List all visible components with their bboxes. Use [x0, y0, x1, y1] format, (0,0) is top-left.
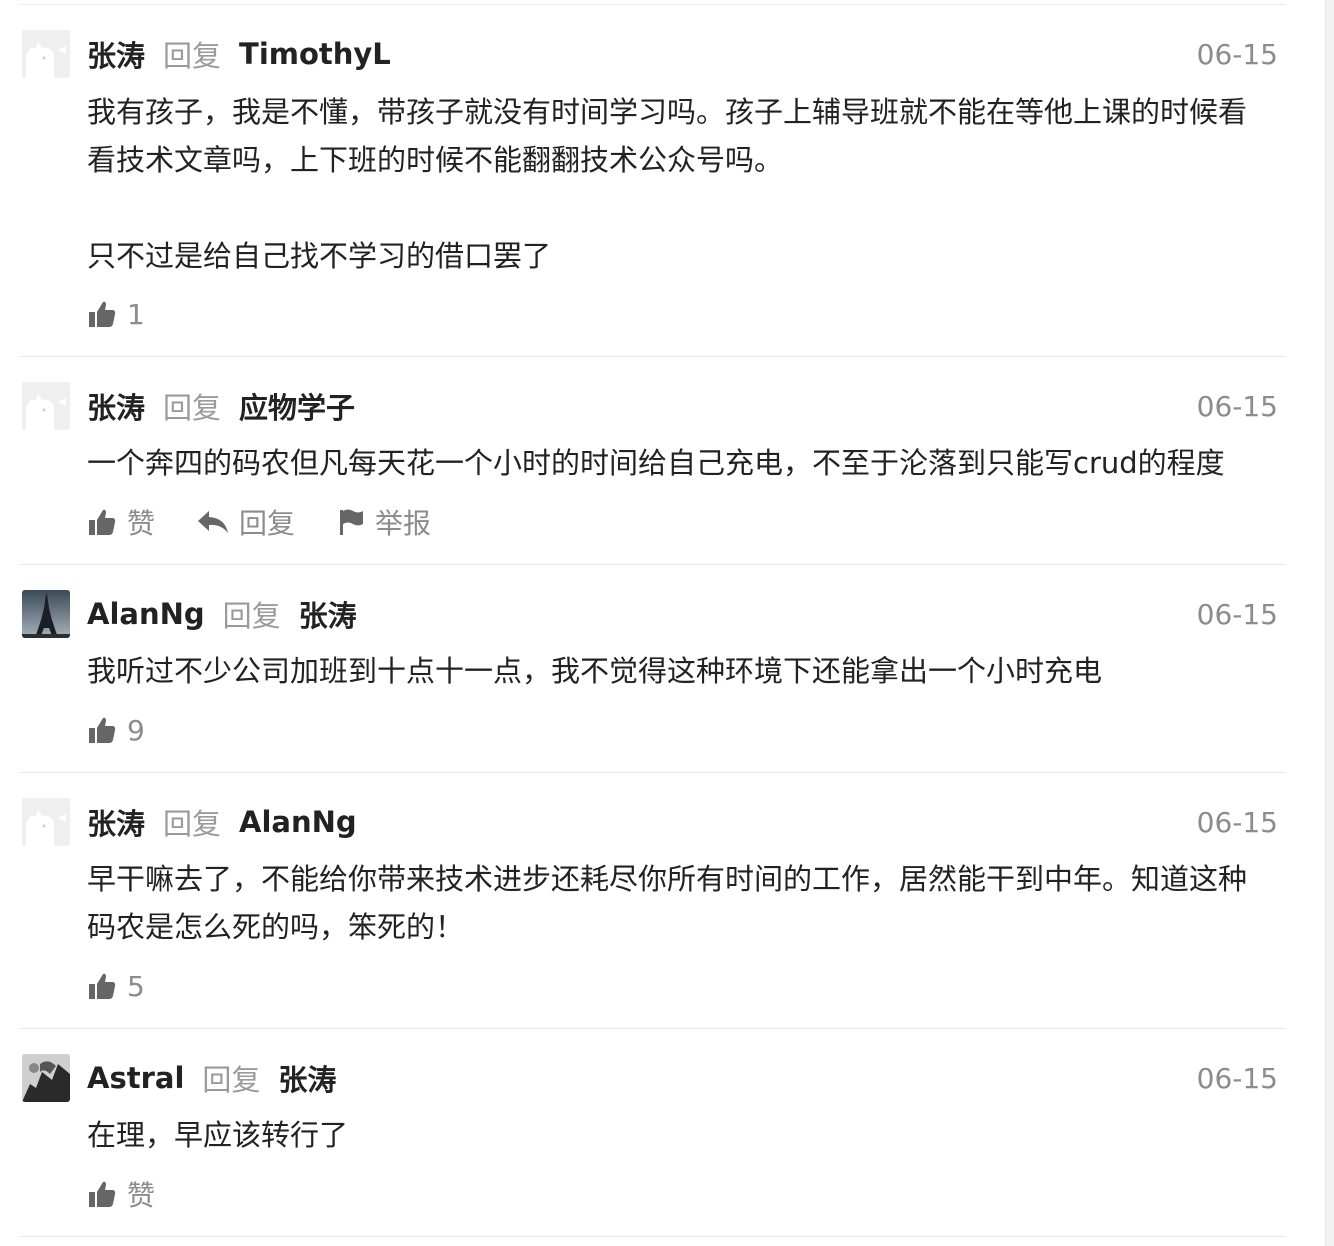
like-count: 9: [127, 713, 145, 747]
like-button[interactable]: 1: [87, 298, 145, 331]
comment-header: Astral 回复 张涛 06-15: [87, 1054, 1278, 1102]
comment-header: 张涛 回复 TimothyL 06-15: [87, 30, 1278, 78]
author-name[interactable]: 张涛: [87, 385, 145, 427]
author-name[interactable]: Astral: [87, 1061, 184, 1095]
comment-item: 张涛 回复 TimothyL 06-15 我有孩子，我是不懂，带孩子就没有时间学…: [20, 0, 1286, 357]
comment-line: 看技术文章吗，上下班的时候不能翻翻技术公众号吗。: [87, 143, 784, 177]
comment-text: 早干嘛去了，不能给你带来技术进步还耗尽你所有时间的工作，居然能干到中年。知道这种…: [87, 855, 1286, 951]
thumbs-up-icon: [89, 509, 116, 535]
reply-target-name[interactable]: 张涛: [299, 593, 357, 635]
comment-header: 张涛 回复 AlanNg 06-15: [87, 798, 1278, 846]
comment-line: 早干嘛去了，不能给你带来技术进步还耗尽你所有时间的工作，居然能干到中年。知道这种: [87, 862, 1248, 896]
cat-avatar-icon[interactable]: [22, 382, 70, 430]
reply-target-name[interactable]: 张涛: [278, 1057, 336, 1099]
like-count: 5: [127, 969, 145, 1003]
reply-target-name[interactable]: 应物学子: [239, 385, 355, 427]
comment-actions: 5: [87, 966, 187, 1006]
comment-text: 我有孩子，我是不懂，带孩子就没有时间学习吗。孩子上辅导班就不能在等他上课的时候看…: [87, 88, 1286, 280]
comment-line: 码农是怎么死的吗，笨死的！: [87, 910, 465, 944]
bw-photo-avatar-icon[interactable]: [22, 1054, 70, 1102]
comment-actions: 赞 回复 举报: [87, 502, 473, 542]
author-name[interactable]: 张涛: [87, 33, 145, 75]
comment-line: 我听过不少公司加班到十点十一点，我不觉得这种环境下还能拿出一个小时充电: [87, 654, 1103, 688]
comment-date: 06-15: [1196, 805, 1278, 839]
report-button[interactable]: 举报: [337, 502, 431, 542]
comment-actions: 9: [87, 710, 187, 750]
report-label: 举报: [375, 507, 432, 540]
like-label: 赞: [127, 507, 156, 540]
comment-line: 我有孩子，我是不懂，带孩子就没有时间学习吗。孩子上辅导班就不能在等他上课的时候看: [87, 95, 1248, 129]
author-name[interactable]: AlanNg: [87, 597, 205, 631]
like-button[interactable]: 赞: [87, 1174, 155, 1214]
eiffel-tower-avatar-icon[interactable]: [22, 590, 70, 638]
thumbs-up-icon: [89, 301, 116, 327]
reply-label: 回复: [222, 599, 281, 633]
thumbs-up-icon: [89, 1181, 116, 1207]
reply-label: 回复: [163, 391, 222, 425]
cat-avatar-icon[interactable]: [22, 30, 70, 78]
comment-date: 06-15: [1196, 37, 1278, 71]
reply-button[interactable]: 回复: [197, 502, 295, 542]
author-name[interactable]: 张涛: [87, 801, 145, 843]
reply-label: 回复: [163, 39, 222, 73]
comment-line: 只不过是给自己找不学习的借口罢了: [87, 239, 552, 273]
reply-label: 回复: [202, 1063, 261, 1097]
reply-label: 回复: [163, 807, 222, 841]
flag-icon: [340, 509, 364, 535]
comment-item: Astral 回复 张涛 06-15 在理，早应该转行了 赞: [20, 1029, 1286, 1237]
comment-actions: 1: [87, 294, 187, 334]
comment-line: 在理，早应该转行了: [87, 1118, 349, 1152]
comment-item: AlanNg 回复 张涛 06-15 我听过不少公司加班到十点十一点，我不觉得这…: [20, 565, 1286, 773]
comment-date: 06-15: [1196, 597, 1278, 631]
scrollbar[interactable]: [1325, 0, 1334, 1246]
reply-target-name[interactable]: AlanNg: [239, 805, 357, 839]
comment-actions: 赞: [87, 1174, 197, 1214]
comment-text: 一个奔四的码农但凡每天花一个小时的时间给自己充电，不至于沦落到只能写crud的程…: [87, 439, 1286, 487]
comment-header: 张涛 回复 应物学子 06-15: [87, 382, 1278, 430]
like-button[interactable]: 赞: [87, 502, 155, 542]
comment-header: AlanNg 回复 张涛 06-15: [87, 590, 1278, 638]
reply-arrow-icon: [198, 511, 229, 533]
like-button[interactable]: 5: [87, 970, 145, 1003]
comment-text: 我听过不少公司加班到十点十一点，我不觉得这种环境下还能拿出一个小时充电: [87, 647, 1286, 695]
cat-avatar-icon[interactable]: [22, 798, 70, 846]
reply-target-name[interactable]: TimothyL: [239, 37, 391, 71]
comment-date: 06-15: [1196, 389, 1278, 423]
comment-line: 一个奔四的码农但凡每天花一个小时的时间给自己充电，不至于沦落到只能写crud的程…: [87, 446, 1225, 480]
comment-date: 06-15: [1196, 1061, 1278, 1095]
thumbs-up-icon: [89, 973, 116, 999]
reply-label: 回复: [239, 507, 296, 540]
like-count: 1: [127, 297, 145, 331]
comment-text: 在理，早应该转行了: [87, 1111, 1286, 1159]
comment-item: 张涛 回复 应物学子 06-15 一个奔四的码农但凡每天花一个小时的时间给自己充…: [20, 357, 1286, 565]
like-label: 赞: [127, 1179, 156, 1212]
comment-item: 张涛 回复 AlanNg 06-15 早干嘛去了，不能给你带来技术进步还耗尽你所…: [20, 773, 1286, 1029]
like-button[interactable]: 9: [87, 714, 145, 747]
thumbs-up-icon: [89, 717, 116, 743]
